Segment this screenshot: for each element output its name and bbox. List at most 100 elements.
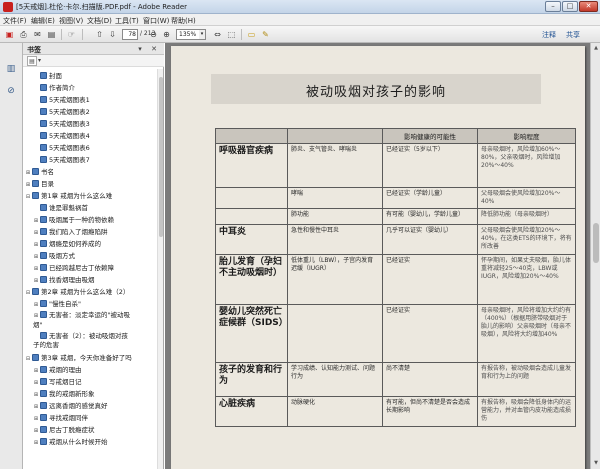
expand-toggle-icon[interactable]: ⊞	[33, 276, 39, 286]
page-number-input[interactable]: 78	[122, 29, 138, 40]
scroll-up-icon[interactable]: ▲	[592, 44, 600, 52]
document-scroll-thumb[interactable]	[593, 223, 599, 263]
bookmarks-icon[interactable]: ▥	[5, 63, 17, 76]
panel-options-icon[interactable]: ▾	[135, 44, 145, 54]
expand-toggle-icon[interactable]: ⊞	[33, 402, 39, 412]
expand-toggle-icon[interactable]: ⊞	[33, 366, 39, 376]
bookmark-item[interactable]: ⊞ 戒烟的理由	[33, 365, 82, 375]
expand-toggle-icon[interactable]: ⊞	[33, 240, 39, 250]
menu-tools[interactable]: 工具(T)	[115, 16, 139, 26]
bookmark-item[interactable]: ⊞ 我的戒烟新形象	[33, 389, 95, 399]
print-icon[interactable]: ⎙	[18, 29, 29, 40]
bookmark-item[interactable]: ⊞ 吸烟属于一种药物依赖	[33, 215, 114, 225]
bookmark-label: 5天戒烟图表3	[49, 120, 90, 128]
bookmark-item[interactable]: ⊞ 戒烟从什么时候开始	[33, 437, 108, 447]
fit-width-icon[interactable]: ⇔	[212, 29, 223, 40]
bookmark-item[interactable]: ⊞ 无害者：淡定幸运的"被动吸烟"	[33, 311, 133, 329]
zoom-dropdown-icon[interactable]: ▾	[199, 29, 206, 40]
expand-toggle-icon[interactable]: ⊞	[33, 378, 39, 388]
bookmark-item[interactable]: ⊞ 书名	[25, 167, 54, 177]
expand-toggle-icon[interactable]: ⊞	[33, 438, 39, 448]
bookmark-list: 封面作者简介 5天戒烟图表1 5天戒烟图表2 5天戒烟图表3 5天戒烟图表4 5天戒烟图表…	[23, 69, 157, 469]
bookmarks-scrollbar[interactable]	[157, 69, 163, 469]
next-page-icon[interactable]: ⇩	[107, 29, 118, 40]
expand-toggle-icon[interactable]: ⊞	[33, 216, 39, 226]
document-scrollbar[interactable]: ▲ ▼	[590, 43, 600, 469]
bookmark-icon	[40, 264, 47, 271]
bookmark-item[interactable]: 5天戒烟图表3	[33, 119, 90, 129]
close-button[interactable]: ✕	[579, 1, 598, 12]
panel-close-icon[interactable]: ✕	[149, 44, 159, 54]
bookmark-item[interactable]: 谁是罪魁祸首	[33, 203, 88, 213]
save-icon[interactable]: ▤	[46, 29, 57, 40]
options-chevron-down-icon[interactable]: ▾	[38, 56, 44, 66]
bookmark-options-icon[interactable]: ▤	[27, 56, 37, 66]
bookmark-item[interactable]: 5天戒烟图表6	[33, 143, 90, 153]
comment-button[interactable]: 注释	[542, 30, 556, 40]
minimize-button[interactable]: –	[545, 1, 561, 12]
expand-toggle-icon[interactable]: ⊞	[25, 180, 31, 190]
expand-toggle-icon[interactable]: ⊞	[33, 252, 39, 262]
expand-toggle-icon[interactable]: ⊟	[25, 288, 31, 298]
expand-toggle-icon[interactable]: ⊞	[33, 228, 39, 238]
menu-document[interactable]: 文档(D)	[87, 16, 112, 26]
bookmark-item[interactable]: 无害者（2）：被动吸烟对孩子的危害	[33, 332, 133, 349]
table-header: 影响程度	[477, 128, 576, 144]
bookmark-item[interactable]: ⊞ 找香烟理由吸烟	[33, 275, 95, 285]
bookmark-item[interactable]: ⊞ 写戒烟日记	[33, 377, 82, 387]
expand-toggle-icon[interactable]: ⊞	[33, 414, 39, 424]
prev-page-icon[interactable]: ⇧	[94, 29, 105, 40]
bookmark-item[interactable]: 5天戒烟图表4	[33, 131, 90, 141]
bookmark-icon	[40, 390, 47, 397]
bookmark-item[interactable]: 5天戒烟图表1	[33, 95, 90, 105]
bookmark-item[interactable]: ⊟ 第3章 戒烟，今天你准备好了吗	[25, 353, 132, 363]
table-cell-likelihood: 有可能（婴幼儿，学龄儿童）	[382, 208, 478, 225]
bookmark-item[interactable]: ⊞ 目录	[25, 179, 54, 189]
open-icon[interactable]: ▣	[4, 29, 15, 40]
expand-toggle-icon[interactable]: ⊞	[33, 312, 39, 321]
bookmark-icon	[40, 204, 47, 211]
zoom-out-icon[interactable]: ⊖	[148, 29, 159, 40]
expand-toggle-icon[interactable]: ⊞	[33, 300, 39, 310]
bookmark-item[interactable]: ⊟ 第1章 戒烟为什么这么难	[25, 191, 112, 201]
scroll-down-icon[interactable]: ▼	[592, 459, 600, 467]
expand-toggle-icon[interactable]: ⊞	[33, 264, 39, 274]
bookmark-item[interactable]: 5天戒烟图表2	[33, 107, 90, 117]
bookmark-item[interactable]: 封面	[33, 71, 62, 81]
email-icon[interactable]: ✉	[32, 29, 43, 40]
maximize-button[interactable]: □	[562, 1, 578, 12]
bookmark-item[interactable]: 作者简介	[33, 83, 75, 93]
expand-toggle-icon[interactable]: ⊟	[25, 192, 31, 202]
zoom-input[interactable]: 135%	[176, 29, 200, 40]
highlight-icon[interactable]: ✎	[260, 29, 271, 40]
menu-file[interactable]: 文件(F)	[3, 16, 27, 26]
comment-icon[interactable]: ▭	[246, 29, 257, 40]
fit-page-icon[interactable]: ⬚	[226, 29, 237, 40]
bookmark-item[interactable]: ⊞ 寻找戒烟同伴	[33, 413, 88, 423]
expand-toggle-icon[interactable]: ⊞	[33, 390, 39, 400]
hand-icon[interactable]: ☞	[66, 29, 77, 40]
bookmarks-scroll-thumb[interactable]	[159, 77, 163, 237]
bookmark-item[interactable]: ⊞ 远离香烟的感觉真好	[33, 401, 108, 411]
bookmark-item[interactable]: ⊞ 吸烟方式	[33, 251, 75, 261]
bookmark-item[interactable]: ⊞ 已经跨越尼古丁依赖障	[33, 263, 114, 273]
bookmark-item[interactable]: ⊞ "慢性自杀"	[33, 299, 81, 309]
table-cell-likelihood: 尚不清楚	[382, 362, 478, 397]
table-cell-disease: 急性和慢性中耳炎	[287, 224, 383, 255]
bookmark-item[interactable]: ⊟ 第2章 戒烟为什么这么难（2）	[25, 287, 129, 297]
bookmark-item[interactable]: ⊞ 烟瘾是如何养成的	[33, 239, 101, 249]
zoom-in-icon[interactable]: ⊕	[161, 29, 172, 40]
bookmark-item[interactable]: 5天戒烟图表7	[33, 155, 90, 165]
expand-toggle-icon[interactable]: ⊟	[25, 354, 31, 364]
bookmark-item[interactable]: ⊞ 我们陷入了烟瘾陷阱	[33, 227, 108, 237]
menu-edit[interactable]: 编辑(E)	[31, 16, 55, 26]
attachments-icon[interactable]: ⊘	[5, 85, 17, 98]
menu-view[interactable]: 视图(V)	[59, 16, 83, 26]
expand-toggle-icon[interactable]: ⊞	[33, 426, 39, 436]
table-cell-level: 怀孕期间，如果丈夫吸烟，胎儿体重将减轻25～40克，LBW或IUGR，风险增加2…	[477, 254, 576, 305]
share-button[interactable]: 共享	[566, 30, 580, 40]
bookmark-item[interactable]: ⊞ 尼古丁脱瘾症状	[33, 425, 95, 435]
menu-help[interactable]: 帮助(H)	[171, 16, 196, 26]
menu-window[interactable]: 窗口(W)	[143, 16, 169, 26]
expand-toggle-icon[interactable]: ⊞	[25, 168, 31, 178]
